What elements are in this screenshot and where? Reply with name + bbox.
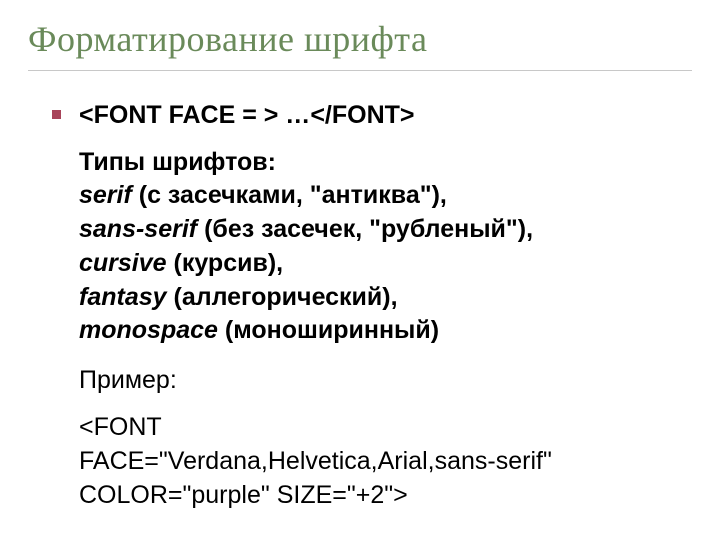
type-name: fantasy xyxy=(79,283,167,311)
code-close: </FONT> xyxy=(310,101,414,129)
example-label: Пример: xyxy=(52,366,692,395)
type-name: sans-serif xyxy=(79,215,197,243)
type-serif: serif (с засечками, "антиква"), xyxy=(79,179,692,213)
font-tag-syntax: <FONT FACE = > …</FONT> xyxy=(79,99,415,132)
type-desc: (аллегорический), xyxy=(167,283,398,311)
font-types-block: Типы шрифтов: serif (с засечками, "антик… xyxy=(52,146,692,349)
types-label: Типы шрифтов: xyxy=(79,146,692,180)
type-name: monospace xyxy=(79,316,218,344)
code-open: <FONT FACE = > xyxy=(79,101,278,129)
type-desc: (без засечек, "рубленый"), xyxy=(197,215,533,243)
type-fantasy: fantasy (аллегорический), xyxy=(79,281,692,315)
type-cursive: cursive (курсив), xyxy=(79,247,692,281)
type-desc: (моноширинный) xyxy=(218,316,439,344)
type-sans-serif: sans-serif (без засечек, "рубленый"), xyxy=(79,213,692,247)
slide: Форматирование шрифта <FONT FACE = > …</… xyxy=(0,0,720,540)
slide-title: Форматирование шрифта xyxy=(28,18,692,71)
type-name: cursive xyxy=(79,249,167,277)
example-line-3: COLOR="purple" SIZE="+2"> xyxy=(79,479,692,513)
type-monospace: monospace (моноширинный) xyxy=(79,314,692,348)
example-line-2: FACE="Verdana,Helvetica,Arial,sans-serif… xyxy=(79,445,692,479)
example-line-1: <FONT xyxy=(79,411,692,445)
type-desc: (с засечками, "антиква"), xyxy=(132,181,447,209)
example-code-block: <FONT FACE="Verdana,Helvetica,Arial,sans… xyxy=(52,411,692,512)
type-name: serif xyxy=(79,181,132,209)
code-ellipsis: … xyxy=(278,101,310,129)
slide-content: <FONT FACE = > …</FONT> Типы шрифтов: se… xyxy=(28,99,692,512)
type-desc: (курсив), xyxy=(167,249,284,277)
bullet-item: <FONT FACE = > …</FONT> xyxy=(52,99,692,132)
bullet-icon xyxy=(52,110,61,119)
